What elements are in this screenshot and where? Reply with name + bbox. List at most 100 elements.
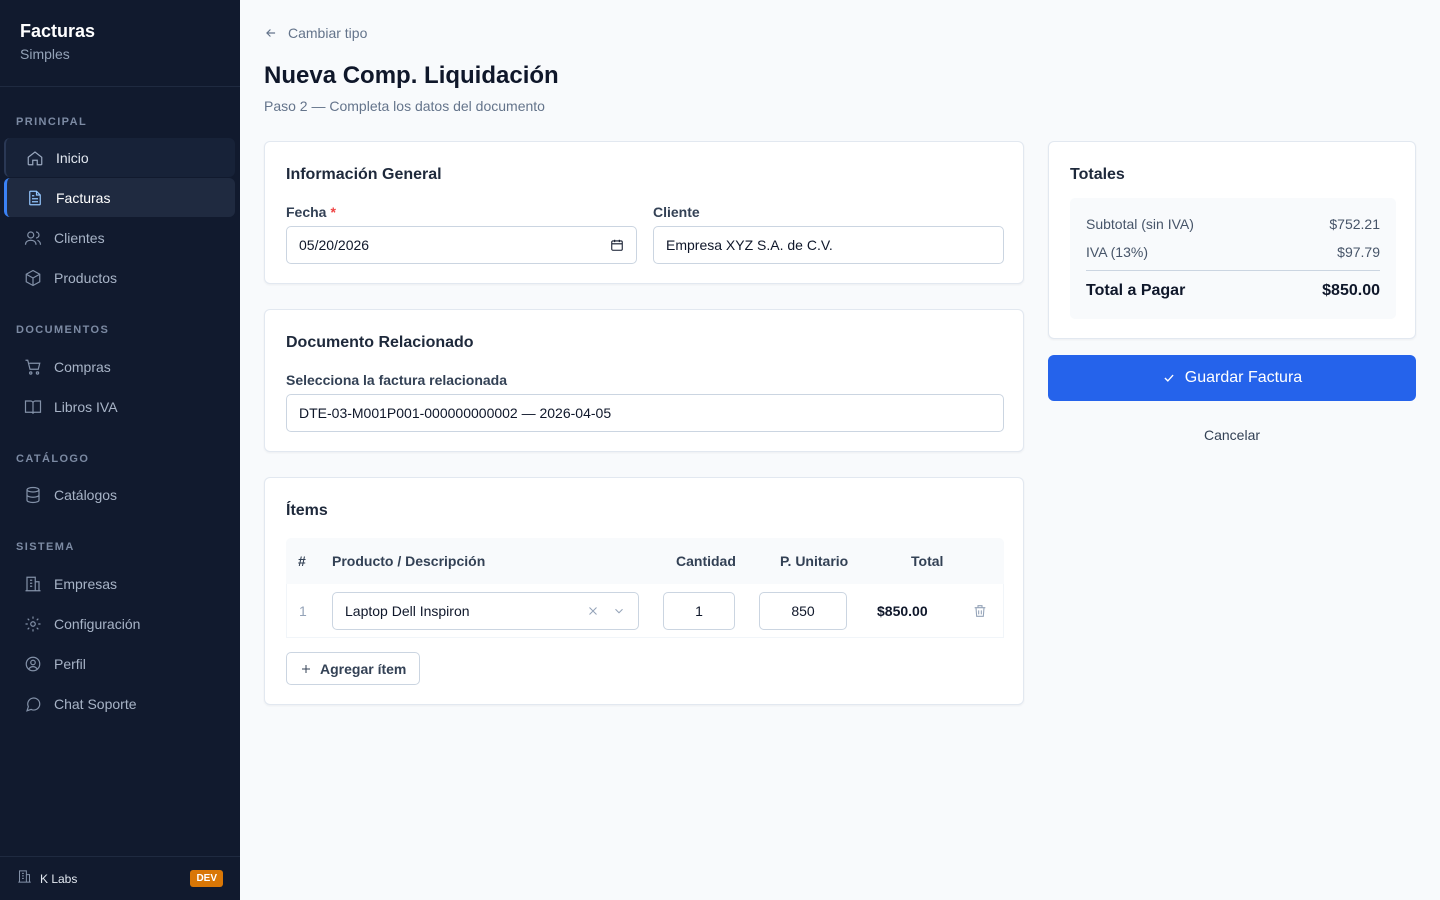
column-header-product: Producto / Descripción (332, 553, 486, 569)
back-link[interactable]: Cambiar tipo (264, 25, 367, 41)
database-icon (24, 486, 42, 504)
items-table-header: # Producto / Descripción Cantidad P. Uni… (286, 538, 1004, 584)
brand-subtitle: Simples (20, 46, 70, 62)
divider (1086, 270, 1380, 271)
sidebar-item-clientes[interactable]: Clientes (4, 218, 235, 257)
related-invoice-label: Selecciona la factura relacionada (286, 372, 507, 388)
sidebar: Facturas Simples PRINCIPAL Inicio Factur… (0, 0, 240, 900)
cliente-label: Cliente (653, 204, 700, 220)
column-header-total: Total (911, 553, 944, 569)
sidebar-item-perfil[interactable]: Perfil (4, 644, 235, 683)
sidebar-item-label: Productos (54, 269, 118, 286)
section-label-documentos: DOCUMENTOS (16, 324, 110, 336)
fecha-label: Fecha * (286, 204, 336, 220)
iva-line: IVA (13%) $97.79 (1086, 244, 1380, 260)
totals-card: Totales Subtotal (sin IVA) $752.21 IVA (… (1048, 141, 1416, 339)
sidebar-item-chat-soporte[interactable]: Chat Soporte (4, 684, 235, 723)
cart-icon (24, 358, 42, 376)
arrow-left-icon (266, 29, 276, 37)
fecha-date-input[interactable]: 05/20/2026 (286, 226, 637, 264)
row-number: 1 (299, 603, 307, 619)
general-info-card: Información General Fecha * 05/20/2026 Cl… (264, 141, 1024, 284)
cancel-button[interactable]: Cancelar (1048, 427, 1416, 443)
sidebar-item-productos[interactable]: Productos (4, 258, 235, 297)
quantity-input[interactable]: 1 (663, 592, 735, 630)
section-label-principal: PRINCIPAL (16, 116, 88, 128)
page-title: Nueva Comp. Liquidación (264, 62, 559, 89)
unit-price-input[interactable]: 850 (759, 592, 847, 630)
user-circle-icon (24, 655, 42, 673)
sidebar-item-label: Catálogos (54, 486, 118, 503)
total-line: Total a Pagar $850.00 (1086, 282, 1380, 300)
sidebar-footer: K Labs DEV (0, 856, 240, 900)
sidebar-item-label: Perfil (54, 655, 86, 672)
cliente-input[interactable]: Empresa XYZ S.A. de C.V. (653, 226, 1004, 264)
column-header-unit-price: P. Unitario (780, 553, 849, 569)
add-item-button[interactable]: Agregar ítem (286, 652, 421, 685)
back-link-label: Cambiar tipo (288, 25, 368, 41)
iva-value: $97.79 (1337, 244, 1380, 260)
organization-name: K Labs (40, 871, 78, 886)
gear-icon (24, 615, 42, 633)
building-icon (17, 869, 32, 889)
chevron-down-icon[interactable] (612, 604, 626, 621)
box-icon (24, 269, 42, 287)
sidebar-item-label: Facturas (56, 189, 111, 206)
sidebar-item-label: Clientes (54, 229, 105, 246)
sidebar-item-label: Empresas (54, 575, 118, 592)
sidebar-item-label: Configuración (54, 615, 141, 632)
table-row: 1 Laptop Dell Inspiron 1 850 $850.00 (286, 584, 1004, 638)
row-total: $850.00 (877, 603, 928, 619)
subtotal-label: Subtotal (sin IVA) (1086, 216, 1194, 232)
brand-title: Facturas (20, 21, 96, 41)
subtotal-value: $752.21 (1329, 216, 1380, 232)
fecha-label-text: Fecha (286, 204, 327, 220)
related-invoice-select[interactable]: DTE-03-M001P001-000000000002 — 2026-04-0… (286, 394, 1004, 432)
product-select[interactable]: Laptop Dell Inspiron (332, 592, 639, 630)
sidebar-item-compras[interactable]: Compras (4, 347, 235, 386)
sidebar-item-label: Compras (54, 358, 111, 375)
brand: Facturas Simples (0, 0, 240, 87)
sidebar-item-label: Libros IVA (54, 398, 118, 415)
sidebar-item-catalogos[interactable]: Catálogos (4, 475, 235, 514)
home-icon (26, 149, 44, 167)
building-icon (24, 575, 42, 593)
sidebar-item-facturas[interactable]: Facturas (4, 178, 235, 217)
card-title: Totales (1070, 166, 1125, 183)
related-invoice-value: DTE-03-M001P001-000000000002 — 2026-04-0… (299, 405, 612, 421)
sidebar-item-label: Inicio (56, 149, 89, 166)
plus-icon (302, 664, 310, 673)
clear-icon[interactable] (586, 604, 600, 621)
column-header-num: # (298, 553, 306, 569)
section-label-catalogo: CATÁLOGO (16, 453, 90, 465)
calendar-icon[interactable] (610, 238, 624, 252)
environment-badge: DEV (190, 870, 223, 887)
check-icon (1164, 374, 1174, 382)
card-title: Información General (286, 166, 442, 183)
add-item-label: Agregar ítem (320, 660, 407, 677)
total-value: $850.00 (1322, 282, 1380, 299)
subtotal-line: Subtotal (sin IVA) $752.21 (1086, 216, 1380, 232)
save-invoice-button[interactable]: Guardar Factura (1048, 355, 1416, 401)
total-label: Total a Pagar (1086, 282, 1186, 299)
sidebar-item-libros-iva[interactable]: Libros IVA (4, 387, 235, 426)
cliente-value: Empresa XYZ S.A. de C.V. (666, 237, 833, 253)
trash-icon[interactable] (972, 603, 988, 624)
totals-summary: Subtotal (sin IVA) $752.21 IVA (13%) $97… (1070, 198, 1396, 319)
product-value: Laptop Dell Inspiron (345, 603, 470, 619)
sidebar-item-label: Chat Soporte (54, 695, 137, 712)
users-icon (24, 229, 42, 247)
iva-label: IVA (13%) (1086, 244, 1148, 260)
fecha-value: 05/20/2026 (299, 237, 370, 253)
related-document-card: Documento Relacionado Selecciona la fact… (264, 309, 1024, 452)
card-title: Ítems (286, 502, 328, 519)
sidebar-item-configuracion[interactable]: Configuración (4, 604, 235, 643)
sidebar-item-inicio[interactable]: Inicio (4, 138, 235, 177)
sidebar-item-empresas[interactable]: Empresas (4, 564, 235, 603)
card-title: Documento Relacionado (286, 334, 474, 351)
items-card: Ítems # Producto / Descripción Cantidad … (264, 477, 1024, 705)
document-icon (26, 189, 44, 207)
required-mark: * (330, 204, 336, 220)
book-icon (24, 398, 42, 416)
column-header-qty: Cantidad (676, 553, 736, 569)
